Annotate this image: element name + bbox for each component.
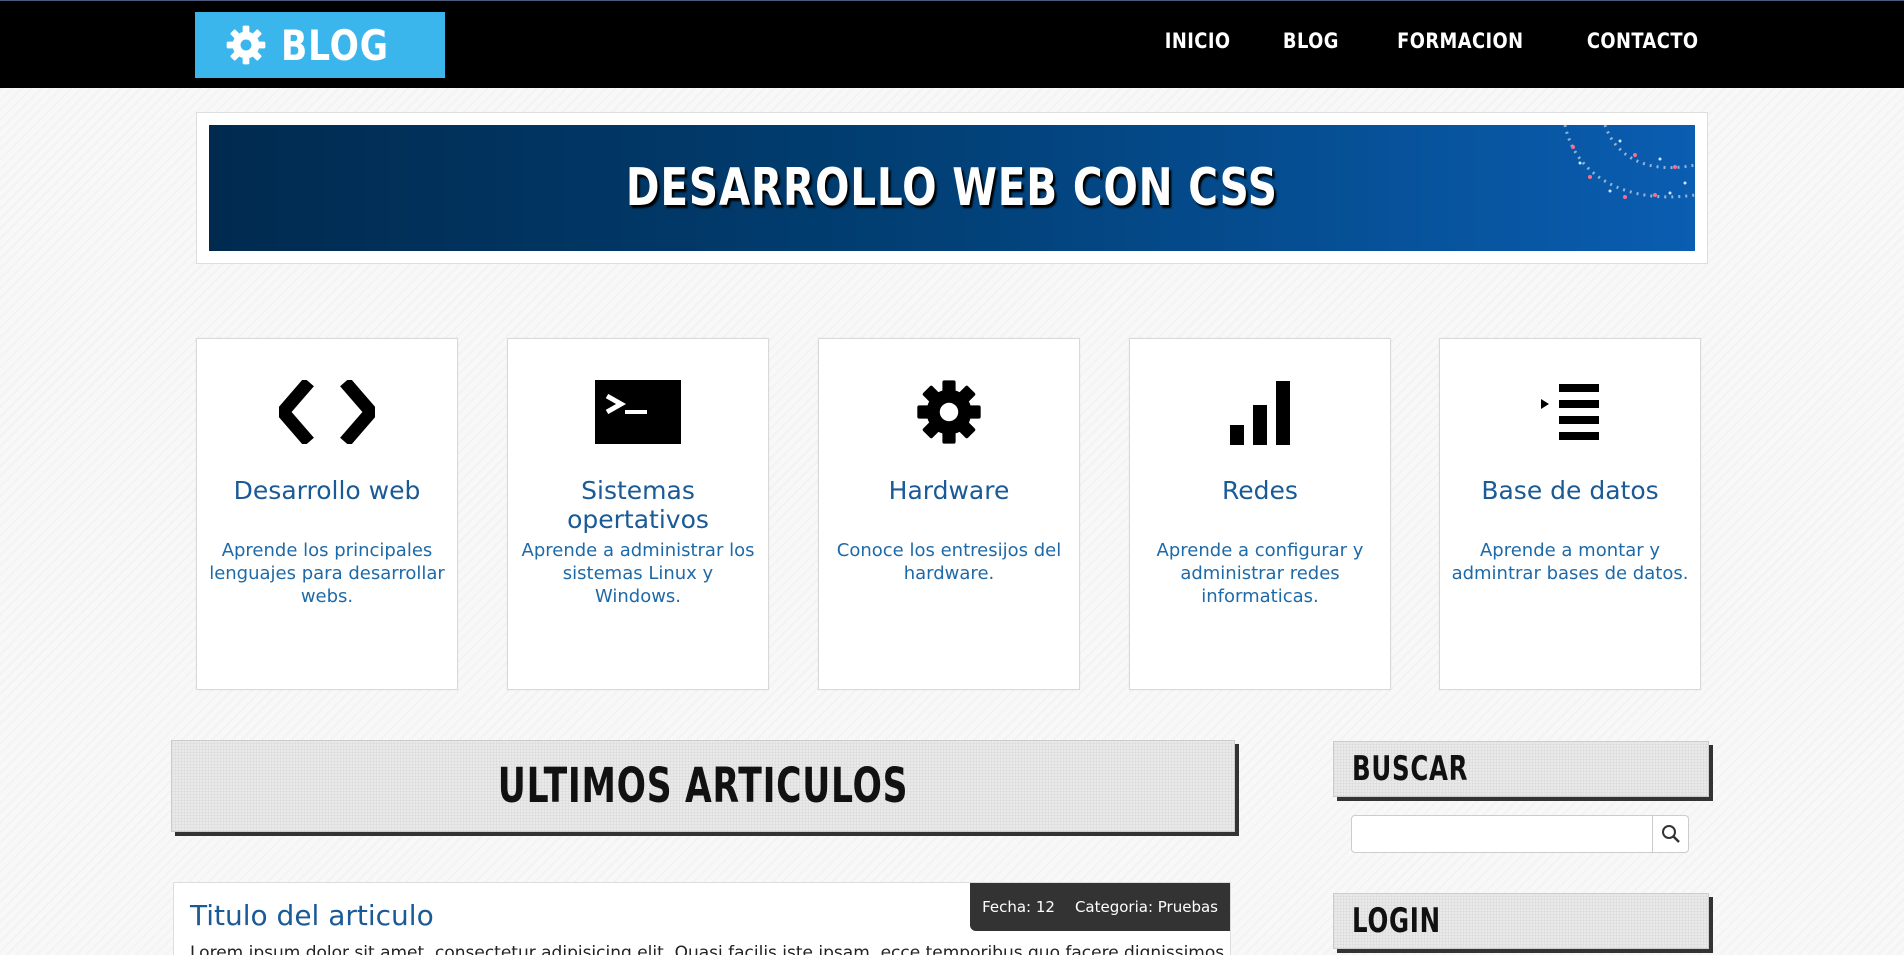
article-card: Titulo del articulo Fecha: 12 Categoria:… xyxy=(173,882,1231,955)
card-title: Sistemas opertativos xyxy=(567,476,709,534)
banner: DESARROLLO WEB CON CSS xyxy=(209,125,1695,251)
card-description: Aprende los principales lenguajes para d… xyxy=(209,540,445,607)
terminal-icon xyxy=(595,380,681,444)
card-title: Desarrollo web xyxy=(233,476,421,505)
article-excerpt: Lorem ipsum dolor sit amet, consectetur … xyxy=(190,943,1231,955)
search-form xyxy=(1351,815,1689,853)
list-indent-icon xyxy=(1541,384,1599,440)
signal-bars-icon xyxy=(1230,381,1290,445)
nav-formacion[interactable]: FORMACION xyxy=(1397,29,1523,53)
article-title[interactable]: Titulo del articulo xyxy=(190,899,434,932)
widget-title: BUSCAR xyxy=(1352,749,1469,789)
card-title: Hardware xyxy=(888,476,1010,505)
search-widget-heading: BUSCAR xyxy=(1333,741,1709,797)
nav-blog[interactable]: BLOG xyxy=(1283,29,1339,53)
card-description: Conoce los entresijos del hardware. xyxy=(836,540,1062,584)
gear-icon xyxy=(917,380,981,444)
nav-contacto[interactable]: CONTACTO xyxy=(1586,29,1698,53)
login-widget-heading: LOGIN xyxy=(1333,893,1709,949)
search-icon xyxy=(1661,825,1680,843)
search-input[interactable] xyxy=(1352,816,1652,852)
card-sistemas-operativos[interactable]: Sistemas opertativos Aprende a administr… xyxy=(507,338,769,690)
card-redes[interactable]: Redes Aprende a configurar y administrar… xyxy=(1129,338,1391,690)
logo-text: BLOG xyxy=(281,20,389,70)
top-header: BLOG INICIO BLOG FORMACION CONTACTO xyxy=(0,0,1904,88)
card-hardware[interactable]: Hardware Conoce los entresijos del hardw… xyxy=(818,338,1080,690)
code-icon xyxy=(279,380,375,444)
article-meta: Fecha: 12 Categoria: Pruebas xyxy=(970,883,1230,931)
card-description: Aprende a montar y admintrar bases de da… xyxy=(1451,540,1689,584)
card-base-de-datos[interactable]: Base de datos Aprende a montar y admintr… xyxy=(1439,338,1701,690)
card-description: Aprende a configurar y administrar redes… xyxy=(1156,540,1364,607)
latest-articles-heading: ULTIMOS ARTICULOS xyxy=(171,740,1235,832)
article-date: Fecha: 12 xyxy=(982,898,1055,916)
article-category: Categoria: Pruebas xyxy=(1074,898,1218,916)
banner-decoration xyxy=(1563,125,1695,199)
card-description: Aprende a administrar los sistemas Linux… xyxy=(521,540,755,607)
card-desarrollo-web[interactable]: Desarrollo web Aprende los principales l… xyxy=(196,338,458,690)
card-title: Redes xyxy=(1222,476,1298,505)
search-button[interactable] xyxy=(1652,816,1688,852)
main-nav: INICIO BLOG FORMACION CONTACTO xyxy=(1159,29,1708,53)
card-title: Base de datos xyxy=(1481,476,1659,505)
gear-icon xyxy=(226,25,266,65)
nav-inicio[interactable]: INICIO xyxy=(1165,29,1231,53)
widget-title: LOGIN xyxy=(1352,901,1441,941)
site-logo[interactable]: BLOG xyxy=(195,12,445,78)
banner-title: DESARROLLO WEB CON CSS xyxy=(626,158,1278,218)
banner-frame: DESARROLLO WEB CON CSS xyxy=(196,112,1708,264)
section-title: ULTIMOS ARTICULOS xyxy=(497,758,909,814)
